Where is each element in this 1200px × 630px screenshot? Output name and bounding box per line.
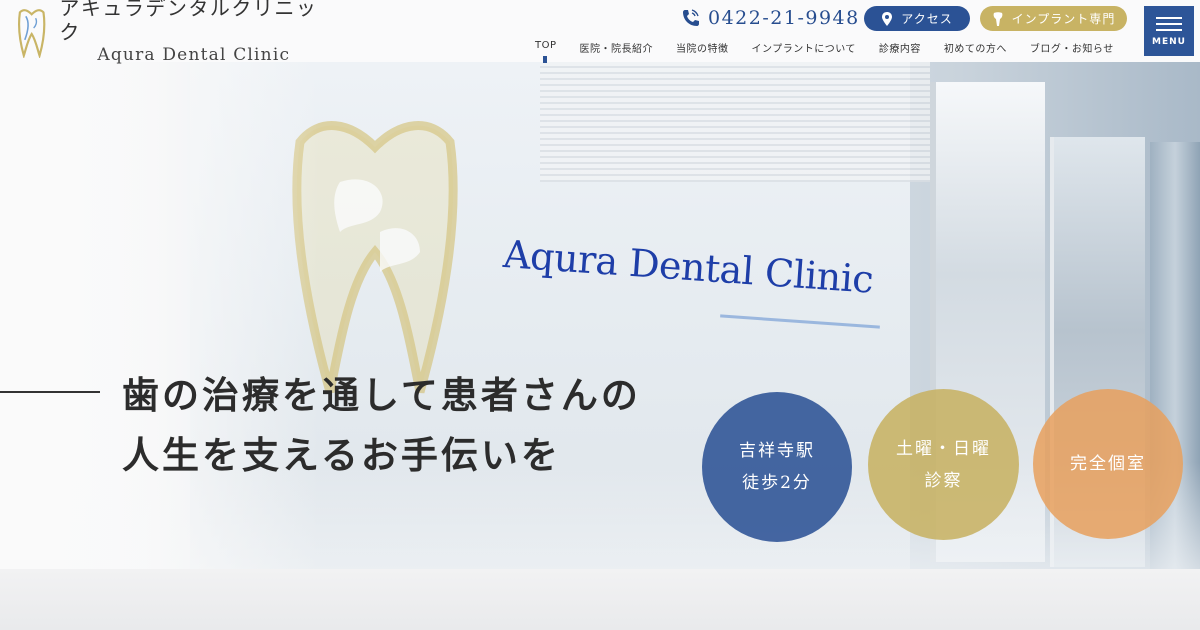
badge-private-line1: 完全個室: [1070, 454, 1146, 474]
phone-link[interactable]: 0422-21-9948: [680, 6, 860, 30]
nav-item-features[interactable]: 当院の特徴: [676, 40, 729, 58]
hamburger-icon: [1156, 17, 1182, 19]
map-pin-icon: [882, 11, 893, 26]
nav-item-clinic-director[interactable]: 医院・院長紹介: [580, 40, 654, 58]
tooth-logo-icon: [18, 9, 46, 58]
bottom-band: [0, 569, 1200, 630]
tagline-rule: [0, 391, 100, 393]
access-button-label: アクセス: [901, 12, 953, 26]
nav-item-treatments[interactable]: 診療内容: [879, 40, 921, 58]
access-button[interactable]: アクセス: [864, 6, 970, 31]
implant-button[interactable]: インプラント専門: [980, 6, 1127, 31]
hero-tagline: 歯の治療を通して患者さんの 人生を支えるお手伝いを: [122, 365, 641, 485]
nav-item-first-visit[interactable]: 初めての方へ: [944, 40, 1007, 58]
hero-left-fade: [0, 62, 320, 569]
phone-number: 0422-21-9948: [708, 7, 860, 29]
phone-icon: [683, 9, 699, 26]
site-header: アキュラデンタルクリニック Aqura Dental Clinic 0422-2…: [0, 0, 1200, 65]
menu-button[interactable]: MENU: [1144, 6, 1194, 56]
hamburger-line: [1156, 23, 1182, 25]
badge-weekend: 土曜・日曜 診察: [868, 389, 1019, 540]
hamburger-line: [1156, 29, 1182, 31]
hero-tagline-line2: 人生を支えるお手伝いを: [122, 433, 561, 477]
badge-weekend-line2: 診察: [924, 470, 963, 491]
global-nav: TOP 医院・院長紹介 当院の特徴 インプラントについて 診療内容 初めての方へ…: [526, 40, 1137, 58]
nav-item-implant[interactable]: インプラントについて: [752, 40, 856, 58]
badge-station-line1: 吉祥寺駅: [739, 441, 815, 461]
hero-tagline-line1: 歯の治療を通して患者さんの: [122, 373, 641, 417]
hero-photo-blinds: [540, 62, 930, 182]
hero-section: Aqura Dental Clinic: [0, 62, 1200, 569]
implant-icon: [993, 11, 1003, 26]
badge-station-line2: 徒歩2分: [742, 473, 812, 493]
nav-active-indicator: [543, 56, 547, 63]
menu-button-label: MENU: [1152, 37, 1186, 47]
logo-english-name: Aqura Dental Clinic: [97, 45, 291, 65]
logo[interactable]: アキュラデンタルクリニック Aqura Dental Clinic: [14, 0, 334, 65]
badge-station-walk: 吉祥寺駅 徒歩2分: [702, 392, 852, 542]
badge-private-room: 完全個室: [1033, 389, 1183, 539]
badge-weekend-line1: 土曜・日曜: [896, 438, 991, 459]
nav-item-blog-news[interactable]: ブログ・お知らせ: [1030, 40, 1114, 58]
implant-button-label: インプラント専門: [1011, 12, 1116, 26]
logo-japanese-name: アキュラデンタルクリニック: [59, 0, 318, 44]
